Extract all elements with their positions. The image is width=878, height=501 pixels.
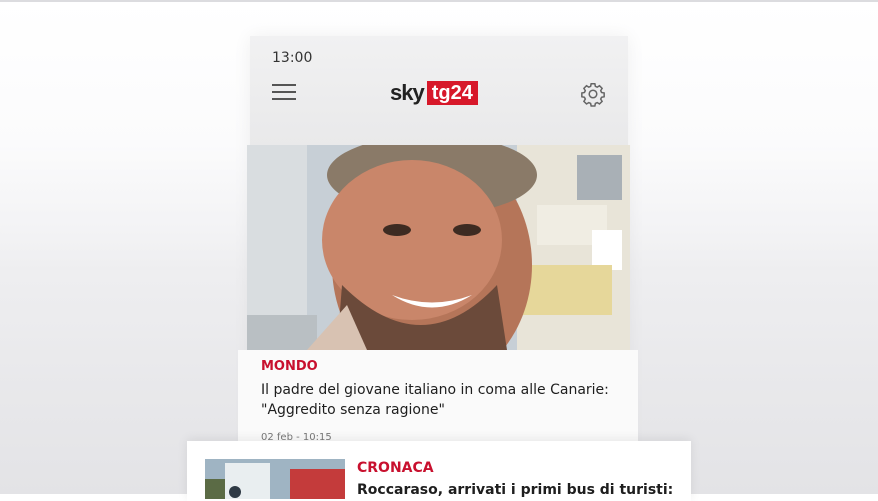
top-divider <box>0 0 878 2</box>
app-header: 13:00 sky tg24 <box>250 36 628 146</box>
hamburger-icon[interactable] <box>272 84 296 104</box>
gear-icon[interactable] <box>580 81 606 107</box>
logo-tg24-text: tg24 <box>426 81 478 105</box>
news-title[interactable]: Il padre del giovane italiano in coma al… <box>261 380 616 420</box>
news-title[interactable]: Roccaraso, arrivati i primi bus di turis… <box>357 482 673 498</box>
second-news-card[interactable]: CRONACA Roccaraso, arrivati i primi bus … <box>187 441 691 501</box>
hero-image[interactable] <box>247 145 630 350</box>
status-time: 13:00 <box>272 50 313 66</box>
main-news-card[interactable]: MONDO Il padre del giovane italiano in c… <box>238 350 638 443</box>
news-category[interactable]: MONDO <box>261 359 318 374</box>
news-category[interactable]: CRONACA <box>357 460 434 476</box>
news-thumbnail[interactable] <box>205 459 345 499</box>
app-logo[interactable]: sky tg24 <box>390 80 478 106</box>
logo-sky-text: sky <box>390 80 425 105</box>
